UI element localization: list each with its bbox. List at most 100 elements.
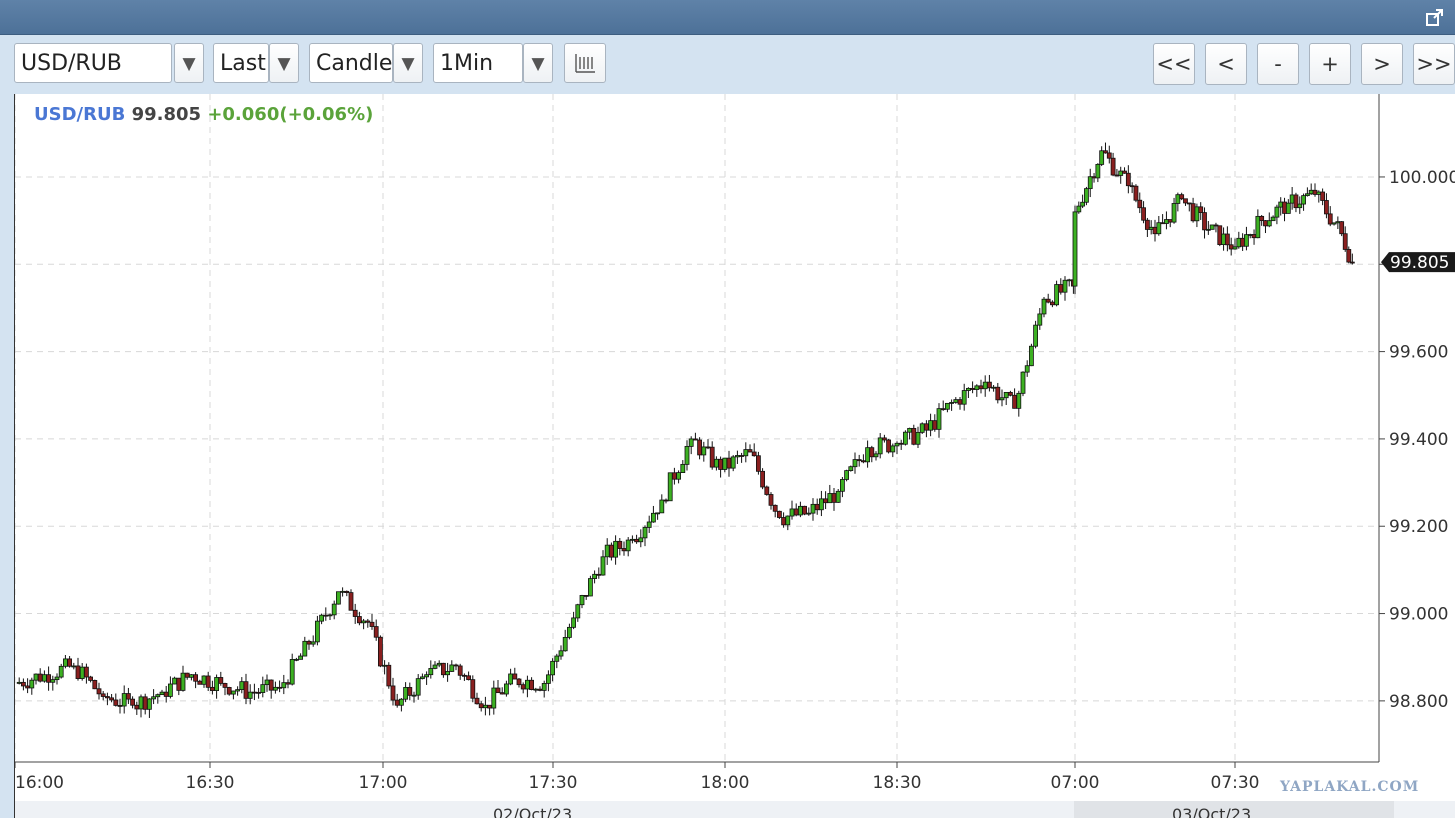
zoom-in-button[interactable]: + [1309, 43, 1351, 85]
candle-body [966, 387, 971, 391]
candle-body [1251, 234, 1257, 239]
candle-body [1066, 279, 1072, 282]
candle-body [1045, 298, 1051, 303]
candle-body [1062, 279, 1068, 293]
candle-body [1297, 203, 1303, 209]
candle-body [1099, 150, 1105, 165]
candle-body [1259, 215, 1265, 222]
candle-body [911, 427, 917, 445]
candle-body [940, 408, 946, 411]
candle-body [201, 675, 207, 685]
x-tick-label: 07:00 [1051, 773, 1100, 793]
candle-body [415, 678, 421, 696]
nav-last-button[interactable]: >> [1413, 43, 1455, 85]
chevron-down-icon[interactable]: ▼ [393, 43, 423, 83]
candle-body [411, 694, 417, 697]
nav-prev-button[interactable]: < [1205, 43, 1247, 85]
chart-style-value[interactable]: Candle [309, 43, 393, 83]
candle-body [898, 442, 904, 445]
candle-body [230, 690, 236, 695]
symbol-select[interactable]: USD/RUB ▼ [14, 43, 205, 85]
candle-body [1312, 189, 1318, 195]
candle-body [285, 682, 291, 685]
chart-settings-button[interactable] [564, 43, 606, 83]
price-field-value[interactable]: Last [213, 43, 269, 83]
nav-first-button[interactable]: << [1153, 43, 1195, 85]
candle-body [583, 595, 589, 597]
x-tick-label: 16:00 [15, 773, 64, 793]
candle-body [1003, 391, 1009, 399]
price-field-select[interactable]: Last ▼ [213, 43, 301, 85]
chart-grid [15, 94, 1379, 762]
candle-body [167, 683, 173, 697]
candle-body [243, 681, 249, 699]
candle-body [96, 688, 102, 695]
candle-body [25, 685, 30, 689]
candle-body [953, 399, 959, 403]
candle-body [239, 681, 245, 690]
candle-body [340, 590, 346, 593]
price-chart[interactable]: 98.80099.00099.20099.40099.60099.800100.… [15, 94, 1455, 818]
candle-body [1164, 219, 1169, 224]
candle-body [701, 446, 707, 456]
candle-body [642, 527, 648, 539]
candle-body [1278, 201, 1284, 208]
candle-body [974, 385, 980, 390]
candle-body [1324, 200, 1329, 215]
candle-body [100, 693, 106, 697]
candle-body [562, 637, 568, 652]
candle-body [835, 490, 841, 503]
window-titlebar [0, 0, 1455, 35]
candle-body [672, 472, 677, 480]
candle-body [726, 457, 732, 469]
candle-body [1020, 371, 1026, 394]
candle-body [310, 641, 316, 645]
candle-body [840, 479, 845, 492]
candle-body [1008, 391, 1013, 396]
candle-body [1244, 234, 1249, 247]
candle-body [1335, 221, 1341, 224]
candle-body [377, 636, 383, 667]
candle-body [1058, 284, 1064, 293]
chevron-down-icon[interactable]: ▼ [523, 43, 553, 83]
candle-body [970, 387, 975, 390]
y-tick-label: 100.000 [1389, 168, 1455, 188]
nav-next-button[interactable]: > [1361, 43, 1403, 85]
chevron-down-icon[interactable]: ▼ [174, 43, 204, 83]
expand-icon[interactable] [1425, 7, 1445, 27]
candle-body [1320, 191, 1326, 201]
candle-body [1349, 261, 1355, 264]
candle-body [844, 470, 849, 480]
candle-body [1236, 237, 1242, 248]
candle-body [764, 486, 770, 495]
x-tick-label: 18:00 [701, 773, 750, 793]
chart-style-select[interactable]: Candle ▼ [309, 43, 424, 85]
candle-body [508, 673, 514, 685]
candle-body [760, 470, 765, 488]
candle-body [676, 472, 681, 480]
symbol-field[interactable]: USD/RUB [14, 43, 172, 83]
candle-body [575, 604, 581, 619]
candle-body [1076, 205, 1082, 213]
candle-body [235, 689, 241, 692]
chevron-down-icon[interactable]: ▼ [269, 43, 299, 83]
candle-body [516, 678, 522, 686]
candle-body [163, 691, 169, 697]
candle-body [861, 460, 866, 463]
candle-body [546, 674, 551, 684]
candle-body [928, 420, 933, 431]
candle-body [638, 537, 644, 543]
candle-body [1293, 194, 1299, 209]
candle-body [852, 459, 858, 468]
interval-select[interactable]: 1Min ▼ [433, 43, 555, 85]
candle-body [949, 402, 954, 404]
zoom-out-button[interactable]: - [1257, 43, 1299, 85]
candle-body [407, 687, 413, 696]
candle-body [869, 447, 875, 458]
candle-body [1152, 226, 1158, 235]
candle-body [625, 539, 631, 552]
candle-body [848, 466, 854, 472]
interval-value[interactable]: 1Min [433, 43, 523, 83]
candle-body [499, 692, 505, 695]
chart-area[interactable]: 98.80099.00099.20099.40099.60099.800100.… [14, 94, 1455, 818]
